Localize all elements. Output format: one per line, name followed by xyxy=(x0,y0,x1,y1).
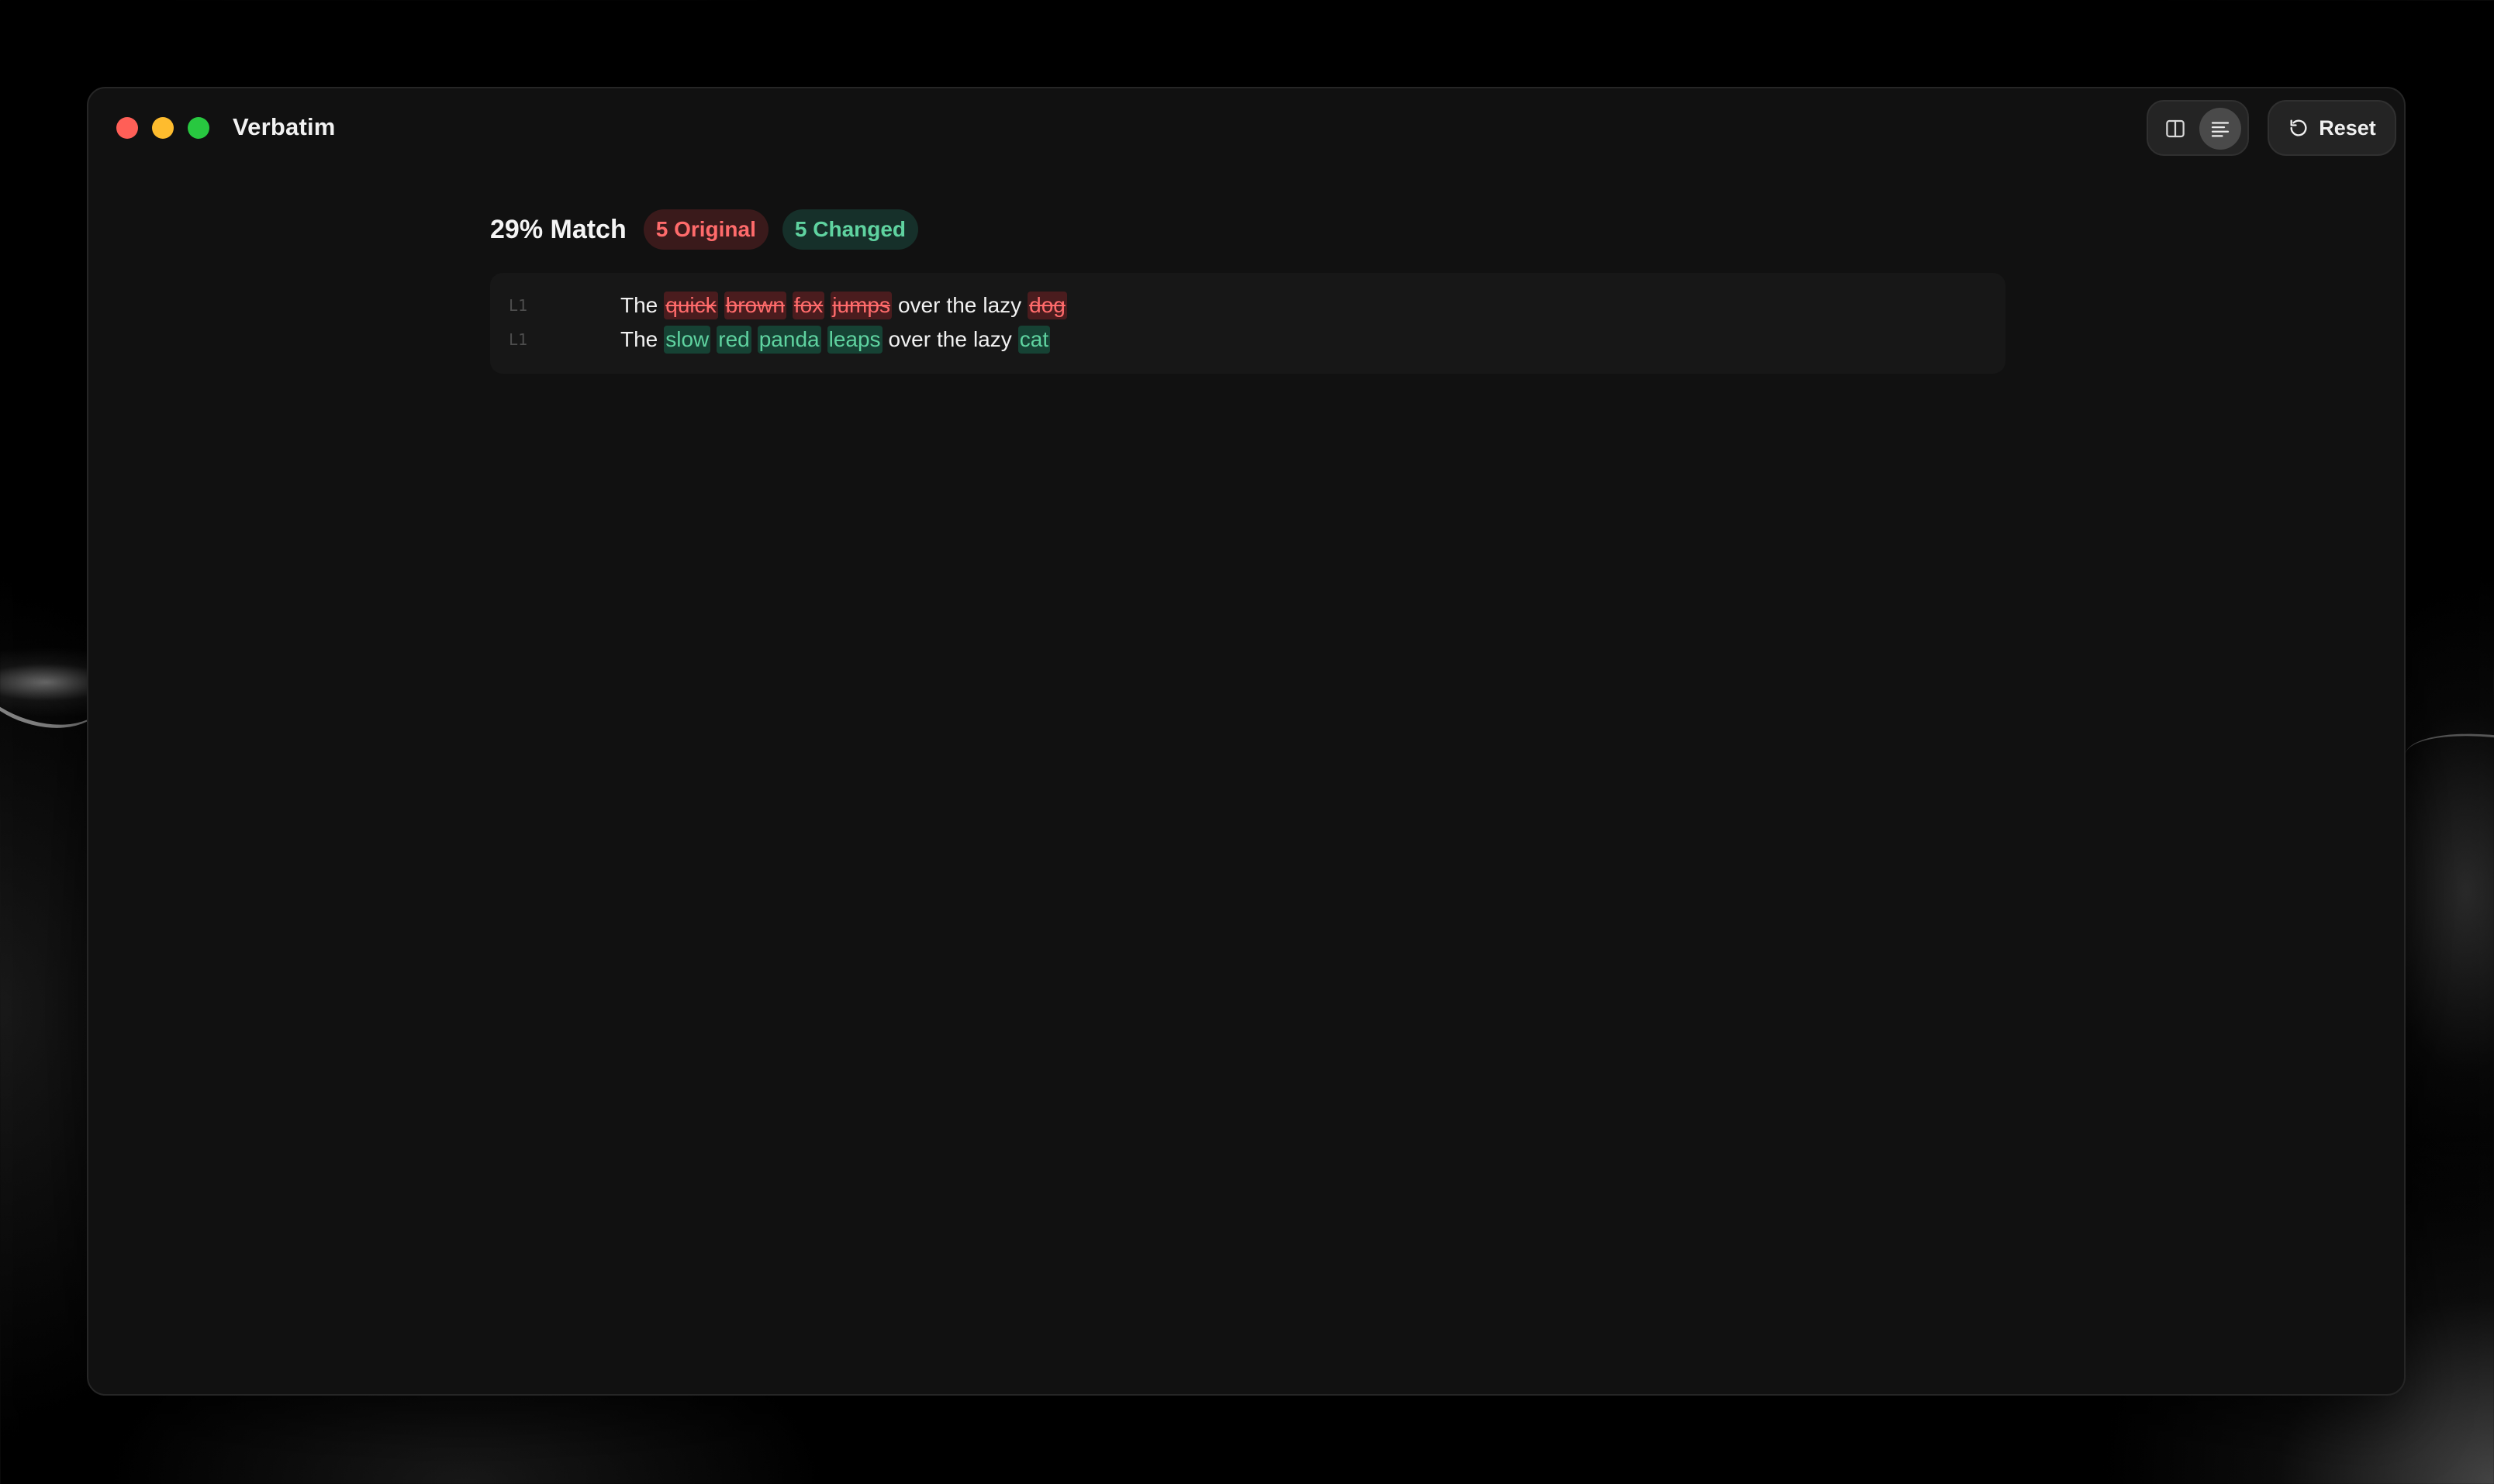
diff-line-original: L1 The quick brown fox jumps over the la… xyxy=(490,290,2005,321)
zoom-window-button[interactable] xyxy=(188,117,209,139)
wallpaper-highlight xyxy=(2400,723,2494,815)
diff-summary: 29% Match 5 Original 5 Changed xyxy=(490,206,919,253)
removed-word: brown xyxy=(724,292,786,319)
line-content: The quick brown fox jumps over the lazy … xyxy=(620,292,1067,319)
added-word: slow xyxy=(664,326,711,354)
word-token: over xyxy=(897,293,941,317)
removed-word: dog xyxy=(1028,292,1067,319)
added-word: leaps xyxy=(827,326,883,354)
reset-button[interactable]: Reset xyxy=(2268,100,2396,156)
word-token: lazy xyxy=(972,327,1012,351)
diff-panel: L1 The quick brown fox jumps over the la… xyxy=(490,273,2005,374)
changed-count-badge: 5 Changed xyxy=(782,209,919,250)
added-word: cat xyxy=(1017,326,1051,354)
split-view-icon xyxy=(2166,119,2185,138)
line-content: The slow red panda leaps over the lazy c… xyxy=(620,326,1051,354)
word-token: The xyxy=(620,327,658,351)
word-token: the xyxy=(946,293,977,317)
word-token: lazy xyxy=(983,293,1022,317)
diff-line-changed: L1 The slow red panda leaps over the laz… xyxy=(490,324,2005,355)
line-number: L1 xyxy=(509,296,528,315)
removed-word: fox xyxy=(792,292,825,319)
unified-view-button[interactable] xyxy=(2199,108,2241,150)
match-percentage: 29% Match xyxy=(490,214,627,244)
close-window-button[interactable] xyxy=(116,117,138,139)
view-mode-toggle xyxy=(2147,100,2249,156)
removed-word: jumps xyxy=(831,292,892,319)
added-word: panda xyxy=(757,326,821,354)
reset-icon xyxy=(2290,119,2307,136)
original-count-badge: 5 Original xyxy=(643,209,769,250)
word-token: The xyxy=(620,293,658,317)
word-token: the xyxy=(937,327,967,351)
added-word: red xyxy=(717,326,751,354)
reset-label: Reset xyxy=(2319,116,2376,140)
minimize-window-button[interactable] xyxy=(152,117,174,139)
title-bar: Verbatim Reset xyxy=(88,88,2404,169)
removed-word: quick xyxy=(664,292,718,319)
word-token: over xyxy=(888,327,931,351)
line-number: L1 xyxy=(509,330,528,349)
app-window: Verbatim Reset 29% Match 5 Original 5 Ch… xyxy=(87,87,2406,1396)
app-title: Verbatim xyxy=(233,113,336,140)
unified-view-icon xyxy=(2211,122,2230,137)
split-view-button[interactable] xyxy=(2154,108,2196,150)
